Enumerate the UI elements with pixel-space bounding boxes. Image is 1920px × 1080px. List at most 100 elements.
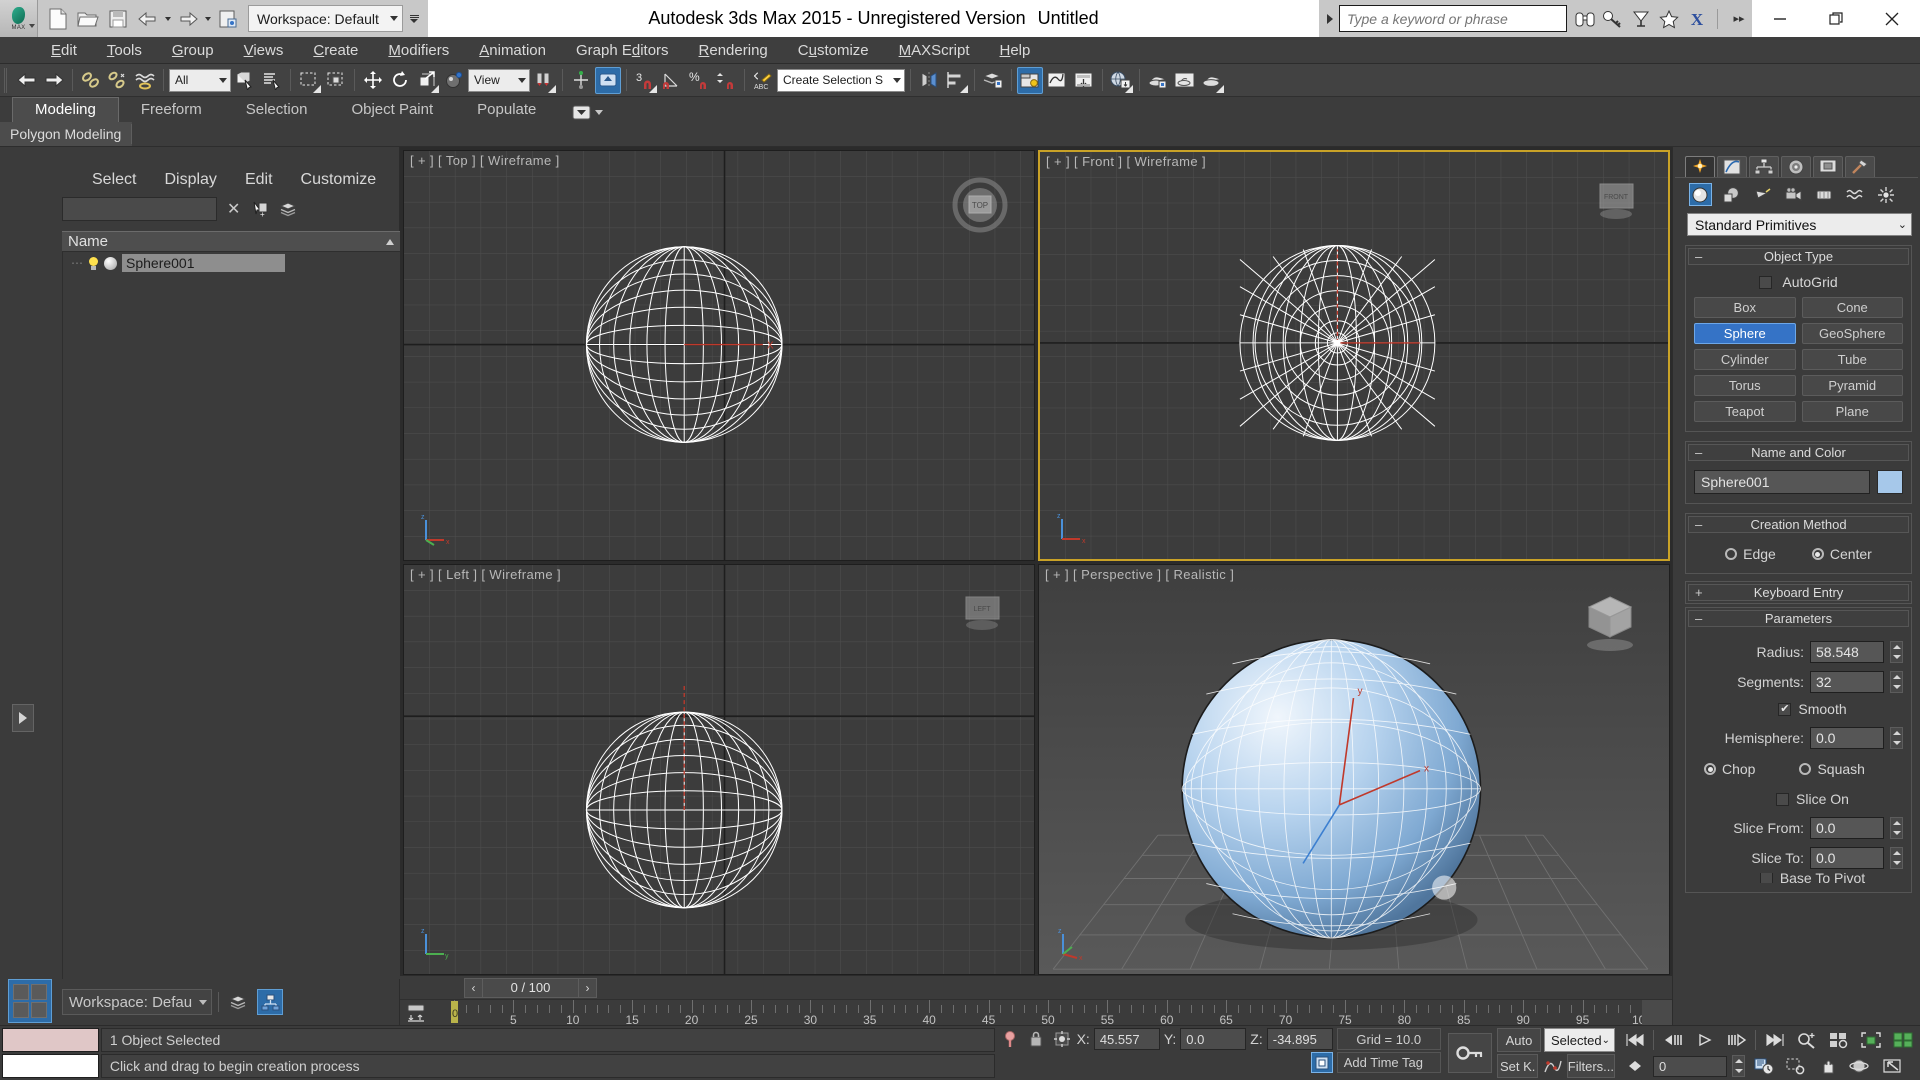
render-production-icon[interactable] — [1199, 67, 1225, 94]
toolbar-grip[interactable] — [4, 67, 10, 93]
curve-editor-icon[interactable] — [1044, 67, 1070, 94]
material-browser-icon[interactable] — [1108, 67, 1134, 94]
go-to-end-icon[interactable] — [1761, 1029, 1788, 1051]
key-mode-toggle-icon[interactable] — [1621, 1055, 1648, 1077]
smooth-checkbox[interactable] — [1778, 702, 1792, 716]
project-folder-icon[interactable] — [214, 6, 241, 32]
key-icon[interactable] — [1601, 7, 1625, 31]
save-file-icon[interactable] — [104, 6, 131, 32]
viewport-label-top[interactable]: [ + ] [ Top ] [ Wireframe ] — [410, 153, 560, 168]
ribbon-display-icon[interactable] — [572, 105, 591, 120]
angle-snap-toggle-icon[interactable] — [659, 67, 685, 94]
star-icon[interactable] — [1657, 7, 1681, 31]
time-slider-track[interactable]: ‹ 0 / 100 › — [404, 977, 1672, 999]
key-filters-button[interactable]: Filters... — [1566, 1054, 1615, 1078]
select-and-move-icon[interactable] — [360, 67, 386, 94]
selection-filter-dropdown[interactable]: All — [169, 68, 231, 92]
timeline-ruler[interactable]: 5101520253035404550556065707580859095100… — [432, 1000, 1672, 1025]
select-object-icon[interactable] — [232, 67, 258, 94]
zoom-extents-all-icon[interactable] — [1889, 1029, 1916, 1051]
snaps-toggle-3d-icon[interactable]: 3 — [632, 67, 658, 94]
create-sphere-button[interactable]: Sphere — [1694, 323, 1796, 344]
window-crossing-toggle-icon[interactable] — [323, 67, 349, 94]
unlink-selection-icon[interactable] — [105, 67, 131, 94]
select-and-rotate-icon[interactable] — [387, 67, 413, 94]
menu-item-maxscript[interactable]: MAXScript — [884, 39, 985, 62]
hemisphere-input[interactable]: 0.0 — [1810, 727, 1884, 749]
lights-icon[interactable] — [1751, 183, 1774, 206]
menu-item-group[interactable]: Group — [157, 39, 229, 62]
rollout-header-keyboard-entry[interactable]: + Keyboard Entry — [1688, 584, 1909, 601]
binoculars-icon[interactable] — [1573, 7, 1597, 31]
time-slider-handle[interactable]: ‹ 0 / 100 › — [464, 977, 597, 998]
viewport-front[interactable]: [ + ] [ Front ] [ Wireframe ] z x FRONT — [1038, 150, 1670, 561]
absolute-relative-transform-icon[interactable] — [1051, 1028, 1073, 1050]
zoom-icon[interactable] — [1793, 1029, 1820, 1051]
create-tab[interactable] — [1685, 156, 1715, 177]
rectangular-selection-region-icon[interactable] — [296, 67, 322, 94]
z-value[interactable]: -34.895 — [1266, 1028, 1333, 1050]
select-by-name-icon[interactable] — [259, 67, 285, 94]
slice-on-checkbox[interactable] — [1776, 792, 1790, 806]
autogrid-checkbox[interactable] — [1759, 275, 1773, 289]
orbit-icon[interactable] — [1846, 1055, 1873, 1077]
creation-method-center-radio[interactable]: Center — [1811, 546, 1872, 562]
display-tab[interactable] — [1813, 156, 1843, 177]
layers-toolbar-icon[interactable] — [225, 989, 251, 1015]
create-plane-button[interactable]: Plane — [1801, 401, 1903, 422]
expand-explorer-button[interactable] — [12, 704, 34, 732]
segments-spinner[interactable] — [1890, 671, 1903, 693]
zoom-all-icon[interactable] — [1825, 1029, 1852, 1051]
selection-lock-icon[interactable] — [1025, 1028, 1047, 1050]
maximize-viewport-icon[interactable] — [1878, 1055, 1905, 1077]
explorer-menu-select[interactable]: Select — [78, 169, 150, 191]
creation-method-edge-radio[interactable]: Edge — [1725, 546, 1776, 562]
named-selection-sets-dropdown[interactable]: Create Selection S — [777, 68, 905, 92]
play-animation-icon[interactable] — [1691, 1029, 1718, 1051]
edit-named-selection-sets-icon[interactable]: ABC — [750, 67, 776, 94]
viewport-left[interactable]: [ + ] [ Left ] [ Wireframe ] z y LEFT — [403, 564, 1035, 975]
base-to-pivot-checkbox[interactable] — [1759, 873, 1773, 883]
squash-radio[interactable]: Squash — [1799, 761, 1865, 777]
menu-item-help[interactable]: Help — [985, 39, 1046, 62]
menu-item-create[interactable]: Create — [298, 39, 373, 62]
minimize-button[interactable] — [1752, 0, 1808, 37]
menu-item-tools[interactable]: Tools — [92, 39, 157, 62]
view-cube-top[interactable]: TOP — [952, 177, 1008, 233]
space-warps-icon[interactable] — [1844, 183, 1867, 206]
create-torus-button[interactable]: Torus — [1694, 375, 1796, 396]
coordinate-x[interactable]: X: 45.557 — [1077, 1028, 1160, 1050]
select-and-link-icon[interactable] — [78, 67, 104, 94]
menu-item-edit[interactable]: EEditdit — [36, 39, 92, 62]
utilities-tab[interactable] — [1845, 156, 1875, 177]
explorer-menu-customize[interactable]: Customize — [287, 169, 391, 191]
motion-tab[interactable] — [1781, 156, 1811, 177]
tab-selection[interactable]: Selection — [224, 98, 330, 122]
set-key-mode-button[interactable] — [1447, 1033, 1492, 1073]
tab-freeform[interactable]: Freeform — [119, 98, 224, 122]
y-value[interactable]: 0.0 — [1180, 1028, 1247, 1050]
viewport-label-perspective[interactable]: [ + ] [ Perspective ] [ Realistic ] — [1045, 567, 1234, 582]
use-pivot-point-center-icon[interactable] — [531, 67, 557, 94]
percent-snap-toggle-icon[interactable]: % — [686, 67, 712, 94]
view-cube-left[interactable]: LEFT — [958, 591, 1008, 635]
ribbon-panel-polygon-modeling[interactable]: Polygon Modeling — [0, 124, 133, 144]
x-value[interactable]: 45.557 — [1093, 1028, 1160, 1050]
current-frame-spinner[interactable] — [1732, 1055, 1745, 1077]
viewport-layout-button[interactable] — [8, 979, 52, 1023]
create-teapot-button[interactable]: Teapot — [1694, 401, 1796, 422]
open-file-icon[interactable] — [74, 6, 101, 32]
tab-modeling[interactable]: Modeling — [12, 97, 119, 122]
rendered-frame-window-icon[interactable] — [1172, 67, 1198, 94]
maxscript-mini-listener-pink[interactable] — [2, 1028, 99, 1052]
coordinate-z[interactable]: Z: -34.895 — [1250, 1028, 1333, 1050]
render-setup-icon[interactable] — [1145, 67, 1171, 94]
pan-view-icon[interactable] — [1814, 1055, 1841, 1077]
chevron-down-icon[interactable] — [595, 110, 604, 115]
menu-item-customize[interactable]: Customize — [783, 39, 884, 62]
create-pyramid-button[interactable]: Pyramid — [1801, 375, 1903, 396]
redo-dropdown-icon[interactable] — [204, 16, 211, 21]
rollout-header-parameters[interactable]: – Parameters — [1688, 610, 1909, 627]
previous-frame-icon[interactable] — [1659, 1029, 1686, 1051]
object-name-input[interactable]: Sphere001 — [1694, 470, 1870, 494]
